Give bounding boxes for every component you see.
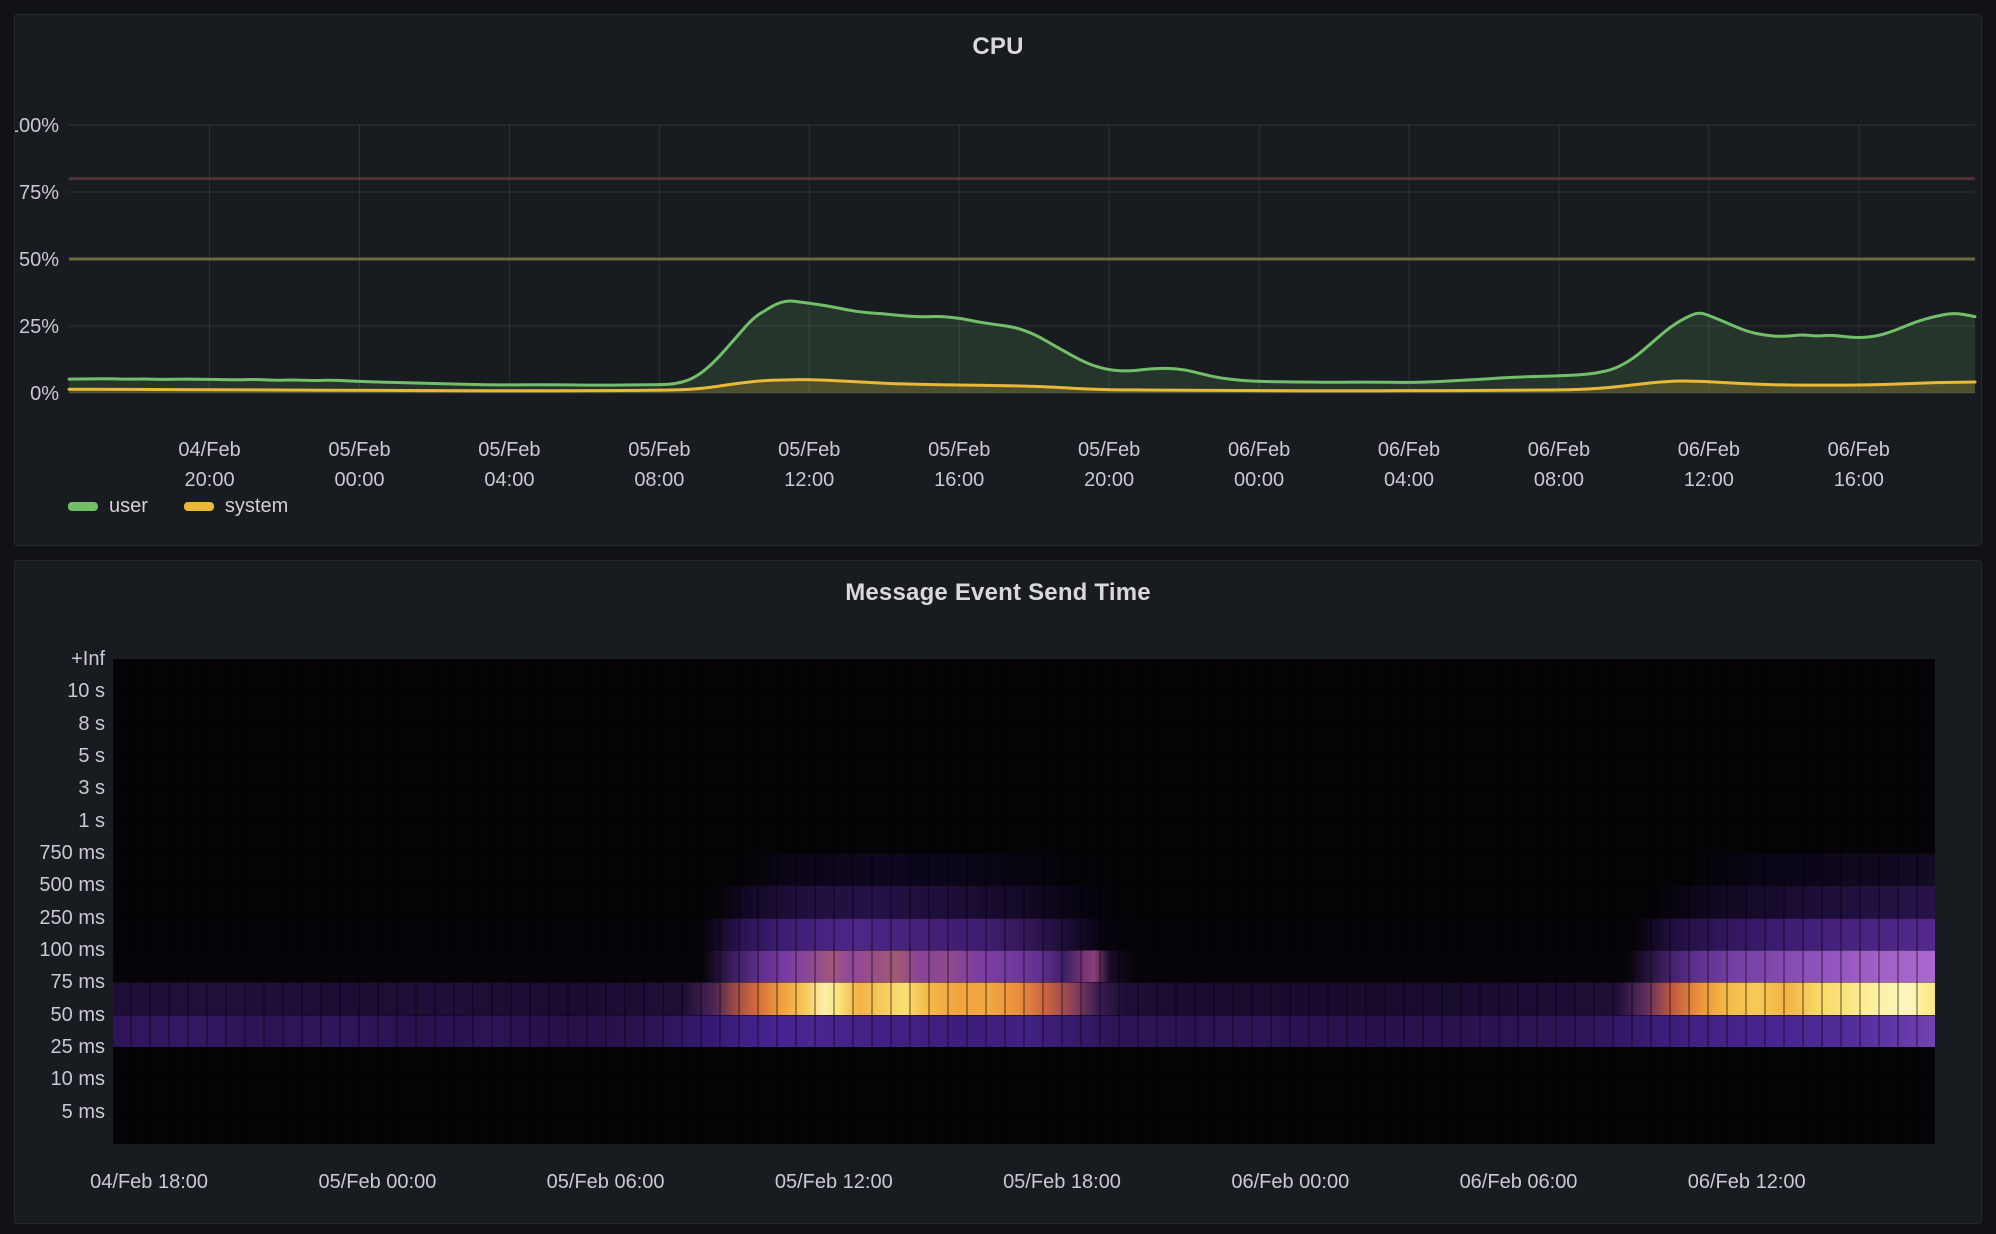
cpu-x-tick-time: 12:00 bbox=[1684, 469, 1734, 491]
cpu-x-tick-time: 04:00 bbox=[1384, 469, 1434, 491]
heatmap-y-tick-label: 75 ms bbox=[19, 971, 105, 993]
cpu-y-tick-label: 0% bbox=[30, 383, 59, 405]
cpu-legend: user system bbox=[68, 495, 288, 517]
heatmap-y-tick-label: 10 ms bbox=[19, 1068, 105, 1090]
cpu-x-tick-time: 16:00 bbox=[934, 469, 984, 491]
heatmap-x-tick-label: 06/Feb 00:00 bbox=[1231, 1171, 1349, 1194]
heatmap-row-3s[interactable] bbox=[113, 788, 1935, 820]
cpu-x-tick-date: 05/Feb bbox=[628, 439, 690, 461]
cpu-x-tick-date: 06/Feb bbox=[1528, 439, 1590, 461]
heatmap-row-25ms[interactable] bbox=[113, 1047, 1935, 1079]
heatmap-y-tick-label: 750 ms bbox=[19, 842, 105, 864]
cpu-x-tick-time: 08:00 bbox=[1534, 469, 1584, 491]
legend-label: system bbox=[225, 495, 288, 517]
cpu-x-tick-date: 05/Feb bbox=[1078, 439, 1140, 461]
heatmap-panel-title[interactable]: Message Event Send Time bbox=[15, 579, 1981, 607]
cpu-x-tick-time: 12:00 bbox=[784, 469, 834, 491]
legend-swatch-system bbox=[184, 502, 214, 511]
heatmap-row-5s[interactable] bbox=[113, 756, 1935, 788]
heatmap-row-750ms[interactable] bbox=[113, 853, 1935, 885]
cpu-y-tick-label: 100% bbox=[15, 115, 59, 137]
heatmap-x-tick-label: 05/Feb 12:00 bbox=[775, 1171, 893, 1194]
cpu-x-tick-date: 05/Feb bbox=[328, 439, 390, 461]
heatmap-y-tick-label: 50 ms bbox=[19, 1004, 105, 1026]
heatmap-row-1s[interactable] bbox=[113, 821, 1935, 853]
heatmap-row-500ms[interactable] bbox=[113, 885, 1935, 917]
cpu-x-tick-time: 20:00 bbox=[1084, 469, 1134, 491]
heatmap-y-tick-label: 10 s bbox=[19, 680, 105, 702]
cpu-x-tick-date: 05/Feb bbox=[478, 439, 540, 461]
cpu-chart: 04/Feb 20:00 05/Feb 00:00 05/Feb 04:00 05/Feb 0… bbox=[15, 15, 1981, 545]
heatmap-row-75ms[interactable] bbox=[113, 982, 1935, 1014]
cpu-x-tick-time: 08:00 bbox=[634, 469, 684, 491]
legend-label: user bbox=[109, 495, 148, 517]
cpu-y-tick-label: 75% bbox=[19, 182, 59, 204]
heatmap-row-250ms[interactable] bbox=[113, 918, 1935, 950]
heatmap-x-tick-label: 05/Feb 18:00 bbox=[1003, 1171, 1121, 1194]
heatmap-y-tick-label: 1 s bbox=[19, 810, 105, 832]
cpu-panel: CPU 04/Feb20:0005/Feb00:0005/Feb04:0005/… bbox=[14, 14, 1982, 546]
heatmap-y-tick-label: 3 s bbox=[19, 777, 105, 799]
cpu-x-tick-date: 06/Feb bbox=[1678, 439, 1740, 461]
heatmap-row-5ms[interactable] bbox=[113, 1112, 1935, 1144]
heatmap-row-+Inf[interactable] bbox=[113, 659, 1935, 691]
legend-item-user[interactable]: user bbox=[68, 495, 148, 517]
cpu-y-tick-label: 50% bbox=[19, 249, 59, 271]
cpu-x-tick-date: 05/Feb bbox=[928, 439, 990, 461]
heatmap-y-tick-label: 5 ms bbox=[19, 1101, 105, 1123]
cpu-x-tick-date: 06/Feb bbox=[1378, 439, 1440, 461]
cpu-x-tick-time: 04:00 bbox=[484, 469, 534, 491]
cpu-x-tick-time: 00:00 bbox=[1234, 469, 1284, 491]
heatmap-x-tick-label: 05/Feb 06:00 bbox=[547, 1171, 665, 1194]
heatmap-y-tick-label: 25 ms bbox=[19, 1036, 105, 1058]
cpu-plot-area[interactable] bbox=[69, 125, 1975, 393]
cpu-x-tick-time: 16:00 bbox=[1834, 469, 1884, 491]
grafana-dashboard: { "cpu": { "title": "CPU", "legend": { "… bbox=[0, 0, 1996, 1234]
heatmap-row-100ms[interactable] bbox=[113, 950, 1935, 982]
heatmap-y-tick-label: 250 ms bbox=[19, 907, 105, 929]
heatmap-row-10s[interactable] bbox=[113, 691, 1935, 723]
cpu-x-tick-time: 00:00 bbox=[334, 469, 384, 491]
cpu-x-tick-date: 06/Feb bbox=[1828, 439, 1890, 461]
cpu-x-tick-date: 04/Feb bbox=[178, 439, 240, 461]
heatmap-y-tick-label: 8 s bbox=[19, 713, 105, 735]
heatmap-y-tick-label: 5 s bbox=[19, 745, 105, 767]
heatmap-panel: Message Event Send Time +Inf 10 s 8 s 5 s 3 … bbox=[14, 560, 1982, 1224]
heatmap-row-8s[interactable] bbox=[113, 724, 1935, 756]
heatmap-row-10ms[interactable] bbox=[113, 1079, 1935, 1111]
heatmap-x-tick-label: 06/Feb 12:00 bbox=[1688, 1171, 1806, 1194]
cpu-x-tick-time: 20:00 bbox=[185, 469, 235, 491]
heatmap-y-tick-label: 500 ms bbox=[19, 874, 105, 896]
heatmap-x-tick-label: 05/Feb 00:00 bbox=[318, 1171, 436, 1194]
heatmap-x-tick-label: 06/Feb 06:00 bbox=[1460, 1171, 1578, 1194]
cpu-y-tick-label: 25% bbox=[19, 316, 59, 338]
heatmap-y-tick-label: +Inf bbox=[19, 648, 105, 670]
cpu-x-tick-date: 06/Feb bbox=[1228, 439, 1290, 461]
heatmap-row-50ms[interactable] bbox=[113, 1015, 1935, 1047]
cpu-x-tick-date: 05/Feb bbox=[778, 439, 840, 461]
legend-item-system[interactable]: system bbox=[184, 495, 288, 517]
heatmap-y-tick-label: 100 ms bbox=[19, 939, 105, 961]
heatmap-x-tick-label: 04/Feb 18:00 bbox=[90, 1171, 208, 1194]
legend-swatch-user bbox=[68, 502, 98, 511]
heatmap-plot-area[interactable] bbox=[113, 659, 1935, 1144]
